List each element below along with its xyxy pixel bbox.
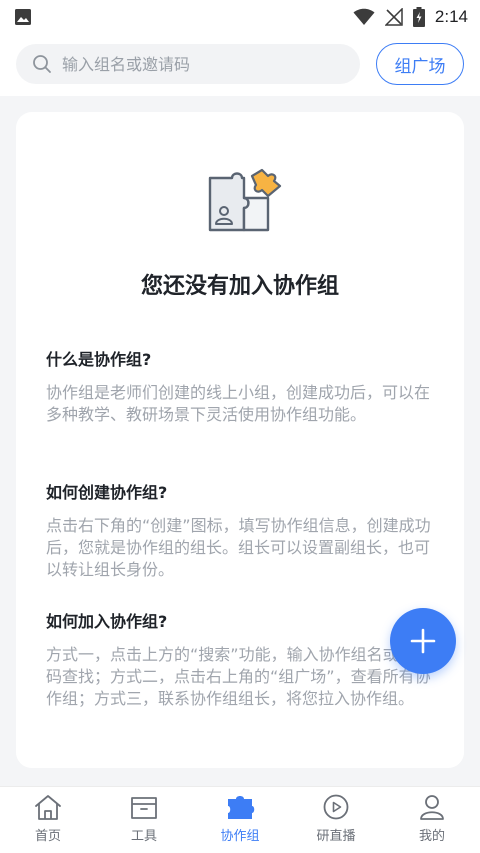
toolbox-icon	[131, 797, 157, 819]
plus-icon	[410, 628, 436, 654]
gallery-icon	[15, 9, 31, 25]
faq-answer: 点击右下角的“创建”图标，填写协作组信息，创建成功后，您就是协作组的组长。组长可…	[46, 516, 431, 579]
user-icon	[420, 795, 444, 820]
group-plaza-button[interactable]: 组广场	[376, 43, 464, 85]
faq-section: 如何加入协作组? 方式一，点击上方的“搜索”功能，输入协作组名或邀请码查找；方式…	[46, 608, 438, 710]
nav-item-tools[interactable]: 工具	[96, 787, 192, 853]
faq-question: 如何加入协作组?	[46, 612, 168, 631]
battery-charging-icon	[412, 7, 425, 27]
group-icon	[228, 796, 255, 819]
nav-label-home: 首页	[34, 829, 61, 844]
nav-label-tools: 工具	[130, 829, 157, 844]
search-input[interactable]	[62, 54, 342, 74]
empty-state-title: 您还没有加入协作组	[140, 274, 339, 299]
faq-section: 如何创建协作组? 点击右下角的“创建”图标，填写协作组信息，创建成功后，您就是协…	[46, 479, 438, 581]
home-icon	[35, 795, 61, 820]
play-circle-icon	[323, 794, 349, 820]
faq-question: 什么是协作组?	[46, 350, 152, 369]
nav-label-mine: 我的	[418, 829, 445, 844]
status-bar: 2:14	[0, 0, 480, 34]
faq-section: 什么是协作组? 协作组是老师们创建的线上小组，创建成功后，可以在多种教学、教研场…	[46, 346, 438, 426]
puzzle-group-icon	[208, 168, 282, 232]
nav-item-live[interactable]: 研直播	[288, 787, 384, 853]
nav-item-mine[interactable]: 我的	[384, 787, 480, 853]
nav-label-groups: 协作组	[220, 829, 260, 844]
nav-item-home[interactable]: 首页	[0, 787, 96, 853]
scroll-fade	[16, 708, 464, 768]
faq-answer: 协作组是老师们创建的线上小组，创建成功后，可以在多种教学、教研场景下灵活使用协作…	[46, 383, 431, 424]
create-group-button[interactable]	[390, 608, 456, 674]
wifi-icon	[353, 8, 375, 25]
faq-answer: 方式一，点击上方的“搜索”功能，输入协作组名或邀请码查找；方式二，点击右上角的“…	[46, 645, 431, 708]
search-icon	[33, 55, 51, 73]
bottom-nav: 首页 工具 协作组 研直播 我的	[0, 786, 480, 853]
empty-state-card: 您还没有加入协作组 什么是协作组? 协作组是老师们创建的线上小组，创建成功后，可…	[16, 112, 464, 768]
search-box[interactable]	[16, 44, 360, 84]
faq-question: 如何创建协作组?	[46, 483, 168, 502]
nav-label-live: 研直播	[316, 829, 356, 844]
status-time: 2:14	[434, 7, 468, 26]
header: 组广场	[0, 34, 480, 96]
nav-item-groups[interactable]: 协作组	[192, 787, 288, 853]
no-signal-icon	[384, 8, 403, 26]
